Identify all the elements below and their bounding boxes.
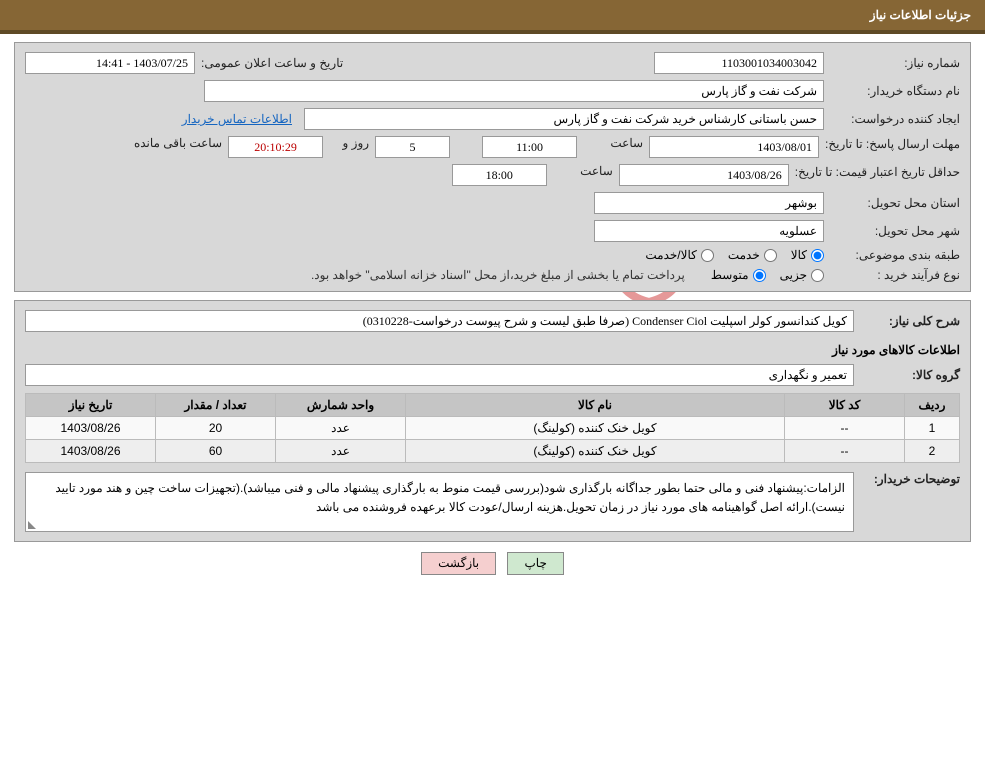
radio-medium[interactable]: متوسط xyxy=(711,268,766,282)
subject-radio-group: کالا خدمت کالا/خدمت xyxy=(645,248,824,262)
label-delivery-province: استان محل تحویل: xyxy=(830,196,960,210)
col-code: کد کالا xyxy=(785,394,905,417)
radio-minor[interactable]: جزیی xyxy=(780,268,824,282)
label-need-no: شماره نیاز: xyxy=(830,56,960,70)
field-announce-dt: 1403/07/25 - 14:41 xyxy=(25,52,195,74)
label-delivery-city: شهر محل تحویل: xyxy=(830,224,960,238)
label-announce-dt: تاریخ و ساعت اعلان عمومی: xyxy=(201,56,343,70)
cell-need_date: 1403/08/26 xyxy=(26,440,156,463)
back-button[interactable]: بازگشت xyxy=(421,552,496,575)
label-reply-deadline: مهلت ارسال پاسخ: تا تاریخ: xyxy=(825,136,960,153)
field-delivery-province: بوشهر xyxy=(594,192,824,214)
cell-idx: 2 xyxy=(905,440,960,463)
cell-name: کویل خنک کننده (کولینگ) xyxy=(406,440,785,463)
label-goods-group: گروه کالا: xyxy=(860,368,960,382)
field-reply-until-date: 1403/08/01 xyxy=(649,136,819,158)
col-row: ردیف xyxy=(905,394,960,417)
label-requester: ایجاد کننده درخواست: xyxy=(830,112,960,126)
cell-name: کویل خنک کننده (کولینگ) xyxy=(406,417,785,440)
cell-code: -- xyxy=(785,417,905,440)
payment-note: پرداخت تمام یا بخشی از مبلغ خرید،از محل … xyxy=(311,268,685,282)
radio-good[interactable]: کالا xyxy=(791,248,824,262)
field-quote-valid-date: 1403/08/26 xyxy=(619,164,789,186)
radio-good-service[interactable]: کالا/خدمت xyxy=(645,248,713,262)
label-need-summary: شرح کلی نیاز: xyxy=(860,314,960,328)
field-countdown: 20:10:29 xyxy=(228,136,323,158)
goods-panel: شرح کلی نیاز: کویل کندانسور کولر اسپلیت … xyxy=(14,300,971,542)
table-header-row: ردیف کد کالا نام کالا واحد شمارش تعداد /… xyxy=(26,394,960,417)
field-delivery-city: عسلویه xyxy=(594,220,824,242)
action-buttons: چاپ بازگشت xyxy=(14,542,971,595)
resize-handle-icon[interactable] xyxy=(28,519,38,529)
table-row: 1--کویل خنک کننده (کولینگ)عدد201403/08/2… xyxy=(26,417,960,440)
print-button[interactable]: چاپ xyxy=(507,552,563,575)
buyer-notes-text: الزامات:پیشنهاد فنی و مالی حتما بطور جدا… xyxy=(55,481,845,514)
field-goods-group: تعمیر و نگهداری xyxy=(25,364,854,386)
needed-goods-heading: اطلاعات کالاهای مورد نیاز xyxy=(25,343,960,357)
col-unit: واحد شمارش xyxy=(276,394,406,417)
buyer-notes-box: الزامات:پیشنهاد فنی و مالی حتما بطور جدا… xyxy=(25,472,854,532)
page-title-bar: جزئیات اطلاعات نیاز xyxy=(0,0,985,34)
table-row: 2--کویل خنک کننده (کولینگ)عدد601403/08/2… xyxy=(26,440,960,463)
radio-service[interactable]: خدمت xyxy=(728,248,777,262)
label-days-and: روز و xyxy=(329,136,369,150)
label-buyer-notes: توضیحات خریدار: xyxy=(860,472,960,486)
cell-qty: 60 xyxy=(156,440,276,463)
goods-table: ردیف کد کالا نام کالا واحد شمارش تعداد /… xyxy=(25,393,960,463)
cell-unit: عدد xyxy=(276,417,406,440)
col-qty: تعداد / مقدار xyxy=(156,394,276,417)
cell-need_date: 1403/08/26 xyxy=(26,417,156,440)
field-requester: حسن باستانی کارشناس خرید شرکت نفت و گاز … xyxy=(304,108,824,130)
field-reply-until-hour: 11:00 xyxy=(482,136,577,158)
field-days-remaining: 5 xyxy=(375,136,450,158)
label-hour-2: ساعت xyxy=(553,164,613,178)
page-title: جزئیات اطلاعات نیاز xyxy=(870,8,971,22)
label-quote-valid: حداقل تاریخ اعتبار قیمت: تا تاریخ: xyxy=(795,164,960,181)
col-name: نام کالا xyxy=(406,394,785,417)
field-need-summary: کویل کندانسور کولر اسپلیت Condenser Ciol… xyxy=(25,310,854,332)
label-subject-class: طبقه بندی موضوعی: xyxy=(830,248,960,262)
field-need-no: 1103001034003042 xyxy=(654,52,824,74)
buyer-contact-link[interactable]: اطلاعات تماس خریدار xyxy=(182,112,292,126)
col-need-date: تاریخ نیاز xyxy=(26,394,156,417)
field-quote-valid-hour: 18:00 xyxy=(452,164,547,186)
purchase-radio-group: جزیی متوسط xyxy=(711,268,824,282)
cell-qty: 20 xyxy=(156,417,276,440)
label-purchase-type: نوع فرآیند خرید : xyxy=(830,268,960,282)
label-hours-remaining: ساعت باقی مانده xyxy=(134,136,222,150)
label-hour-1: ساعت xyxy=(583,136,643,150)
cell-unit: عدد xyxy=(276,440,406,463)
need-info-panel: شماره نیاز: 1103001034003042 تاریخ و ساع… xyxy=(14,42,971,292)
cell-idx: 1 xyxy=(905,417,960,440)
label-buyer-org: نام دستگاه خریدار: xyxy=(830,84,960,98)
field-buyer-org: شرکت نفت و گاز پارس xyxy=(204,80,824,102)
cell-code: -- xyxy=(785,440,905,463)
